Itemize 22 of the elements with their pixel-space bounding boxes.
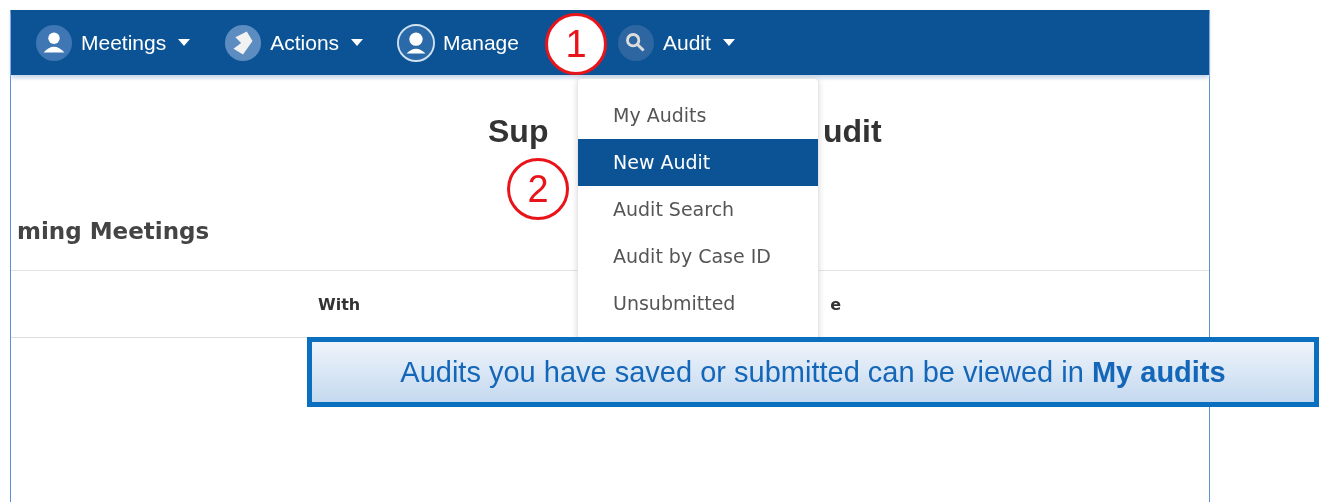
nav-label[interactable]: Manage — [443, 30, 519, 55]
page-title: Sup — [488, 113, 549, 149]
nav-menu-item[interactable]: Actions — [224, 23, 364, 62]
menu-item[interactable]: New Audit — [578, 139, 818, 186]
menu-item[interactable]: Audit by Case ID — [578, 233, 818, 280]
search-icon — [617, 23, 655, 62]
step-marker: 2 — [507, 158, 569, 220]
nav-menu-item[interactable]: Meetings — [35, 23, 191, 62]
column-header: With — [318, 294, 361, 314]
nav-menu-item[interactable]: Manage — [397, 23, 519, 62]
menu-item[interactable]: Audit Search — [578, 186, 818, 233]
page-title: udit — [823, 113, 882, 149]
section-heading: ming Meetings — [16, 218, 210, 246]
menu-item[interactable]: Unsubmitted — [578, 280, 818, 327]
column-header: e — [830, 294, 842, 314]
nav-label[interactable]: Meetings — [81, 30, 167, 55]
nav-label[interactable]: Audit — [663, 30, 711, 55]
menu-item[interactable]: My Audits — [578, 92, 818, 139]
nav-menu-item[interactable]: Audit — [617, 23, 735, 62]
nav-label[interactable]: Actions — [270, 30, 340, 55]
callout-note: Audits you have saved or submitted can be viewed in My audits — [400, 355, 1226, 389]
person-icon — [35, 23, 73, 62]
